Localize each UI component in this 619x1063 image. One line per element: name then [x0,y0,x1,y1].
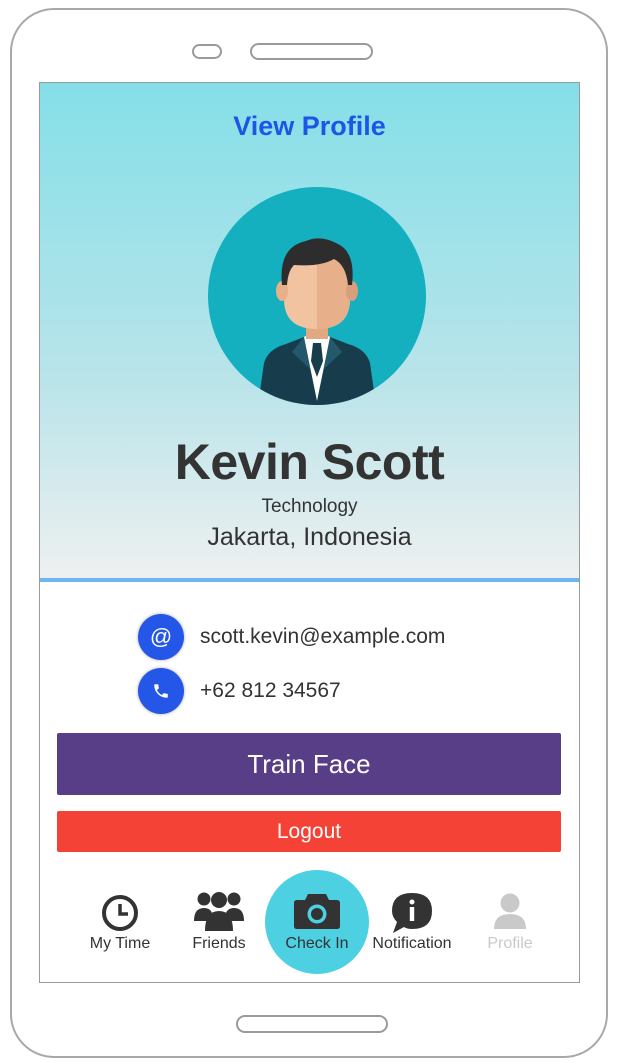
home-button[interactable] [236,1015,388,1033]
phone-row[interactable]: +62 812 34567 [138,667,341,715]
email-text[interactable]: scott.kevin@example.com [200,625,445,649]
group-icon [194,892,244,931]
profile-header: View Profile Kevin Scott Technology Jaka… [40,83,579,582]
nav-label-profile: Profile [487,935,533,952]
at-sign-glyph: @ [149,624,173,649]
page-title: View Profile [233,111,386,141]
logout-button[interactable]: Logout [57,811,561,852]
person-avatar-icon [258,238,376,405]
phone-text[interactable]: +62 812 34567 [200,679,341,703]
at-sign-icon: @ [138,614,184,660]
nav-label-notification: Notification [372,935,452,952]
nav-item-check-in[interactable]: Check In [267,883,367,963]
nav-item-my-time[interactable]: My Time [70,883,170,963]
avatar [208,187,426,405]
nav-item-notification[interactable]: Notification [362,883,462,963]
phone-icon [138,668,184,714]
camera-dot [192,44,222,59]
nav-item-profile[interactable]: Profile [460,883,560,963]
camera-icon [294,894,340,929]
info-bubble-icon [392,893,432,933]
nav-label-friends: Friends [192,935,246,952]
train-face-button[interactable]: Train Face [57,733,561,795]
speaker-slot [250,43,373,60]
nav-label-check-in: Check In [285,935,349,952]
email-row[interactable]: @ scott.kevin@example.com [138,613,445,661]
clock-icon [102,895,138,931]
nav-label-my-time: My Time [89,935,151,952]
profile-name: Kevin Scott [174,434,445,490]
nav-item-friends[interactable]: Friends [169,883,269,963]
profile-location: Jakarta, Indonesia [207,523,412,551]
user-icon [494,893,526,929]
app-screen: View Profile Kevin Scott Technology Jaka… [39,82,580,983]
profile-department: Technology [261,496,358,517]
